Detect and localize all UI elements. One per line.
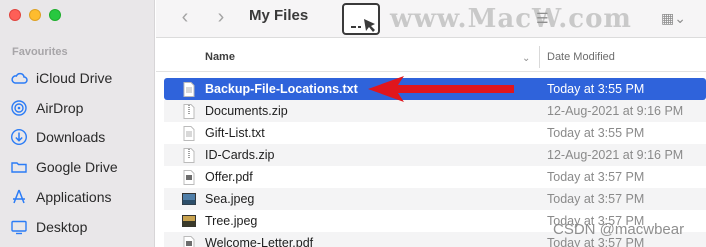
table-row[interactable]: Gift-List.txt Today at 3:55 PM — [164, 122, 706, 144]
sidebar-item-applications[interactable]: Applications — [10, 186, 112, 208]
favourites-heading: Favourites — [12, 46, 68, 58]
file-date: 12-Aug-2021 at 9:16 PM — [547, 148, 684, 162]
file-date: 12-Aug-2021 at 9:16 PM — [547, 104, 684, 118]
table-row[interactable]: ID-Cards.zip 12-Aug-2021 at 9:16 PM — [164, 144, 706, 166]
sidebar-item-label: AirDrop — [36, 100, 84, 116]
sidebar-item-label: Desktop — [36, 219, 88, 235]
download-icon — [10, 128, 28, 146]
column-header: Name ⌄ Date Modified — [156, 38, 706, 72]
pdf-file-icon — [182, 169, 196, 185]
watermark: www.MacW.com — [342, 3, 632, 35]
sidebar-item-icloud-drive[interactable]: iCloud Drive — [10, 67, 112, 89]
forward-button[interactable]: › — [210, 6, 232, 28]
file-date: Today at 3:55 PM — [547, 126, 645, 140]
date-modified-column-header[interactable]: Date Modified — [547, 51, 615, 63]
file-name: Sea.jpeg — [205, 192, 255, 206]
back-button[interactable]: ‹ — [174, 6, 196, 28]
sidebar-item-label: Downloads — [36, 129, 106, 145]
window-title: My Files — [249, 7, 309, 24]
sidebar-item-label: Applications — [36, 189, 112, 205]
annotation-arrow-icon — [368, 76, 514, 102]
window-controls — [9, 9, 61, 21]
file-date: Today at 3:57 PM — [547, 170, 645, 184]
chevron-down-icon[interactable]: ⌄ — [522, 53, 530, 64]
sidebar-item-downloads[interactable]: Downloads — [10, 126, 105, 148]
cloud-icon — [10, 69, 28, 87]
chevron-right-icon: › — [217, 5, 225, 28]
sidebar: Favourites iCloud Drive AirDrop Download… — [0, 0, 155, 247]
sidebar-item-label: Google Drive — [36, 159, 118, 175]
chevron-left-icon: ‹ — [181, 5, 189, 28]
image-file-icon — [182, 213, 196, 229]
desktop-icon — [10, 218, 28, 236]
list-view-icon[interactable]: ☰ — [536, 10, 549, 27]
file-name: ID-Cards.zip — [205, 148, 275, 162]
csdn-watermark: CSDN @macwbear — [553, 221, 685, 238]
sidebar-item-desktop[interactable]: Desktop — [10, 216, 87, 238]
toolbar: ‹ › My Files www.MacW.com ☰ ▦⌄ — [156, 0, 706, 38]
file-name: Offer.pdf — [205, 170, 253, 184]
sidebar-item-google-drive[interactable]: Google Drive — [10, 156, 118, 178]
airdrop-icon — [10, 99, 28, 117]
grid-view-icon[interactable]: ▦⌄ — [661, 10, 686, 27]
monitor-logo-icon — [342, 3, 380, 35]
name-column-header[interactable]: Name — [205, 51, 235, 63]
file-date: Today at 3:57 PM — [547, 192, 645, 206]
zoom-window-button[interactable] — [49, 9, 61, 21]
text-file-icon — [182, 81, 196, 97]
table-row[interactable]: Sea.jpeg Today at 3:57 PM — [164, 188, 706, 210]
file-date: Today at 3:55 PM — [547, 82, 645, 96]
file-name: Documents.zip — [205, 104, 288, 118]
text-file-icon — [182, 125, 196, 141]
minimize-window-button[interactable] — [29, 9, 41, 21]
file-name: Gift-List.txt — [205, 126, 265, 140]
image-file-icon — [182, 191, 196, 207]
file-name: Tree.jpeg — [205, 214, 258, 228]
zip-file-icon — [182, 103, 196, 119]
file-name: Welcome-Letter.pdf — [205, 236, 314, 247]
pdf-file-icon — [182, 235, 196, 247]
folder-icon — [10, 158, 28, 176]
close-window-button[interactable] — [9, 9, 21, 21]
table-row[interactable]: Offer.pdf Today at 3:57 PM — [164, 166, 706, 188]
watermark-text: www.MacW.com — [390, 4, 632, 34]
sidebar-item-airdrop[interactable]: AirDrop — [10, 97, 83, 119]
applications-icon — [10, 188, 28, 206]
sidebar-item-label: iCloud Drive — [36, 70, 113, 86]
zip-file-icon — [182, 147, 196, 163]
column-divider[interactable] — [539, 46, 540, 68]
